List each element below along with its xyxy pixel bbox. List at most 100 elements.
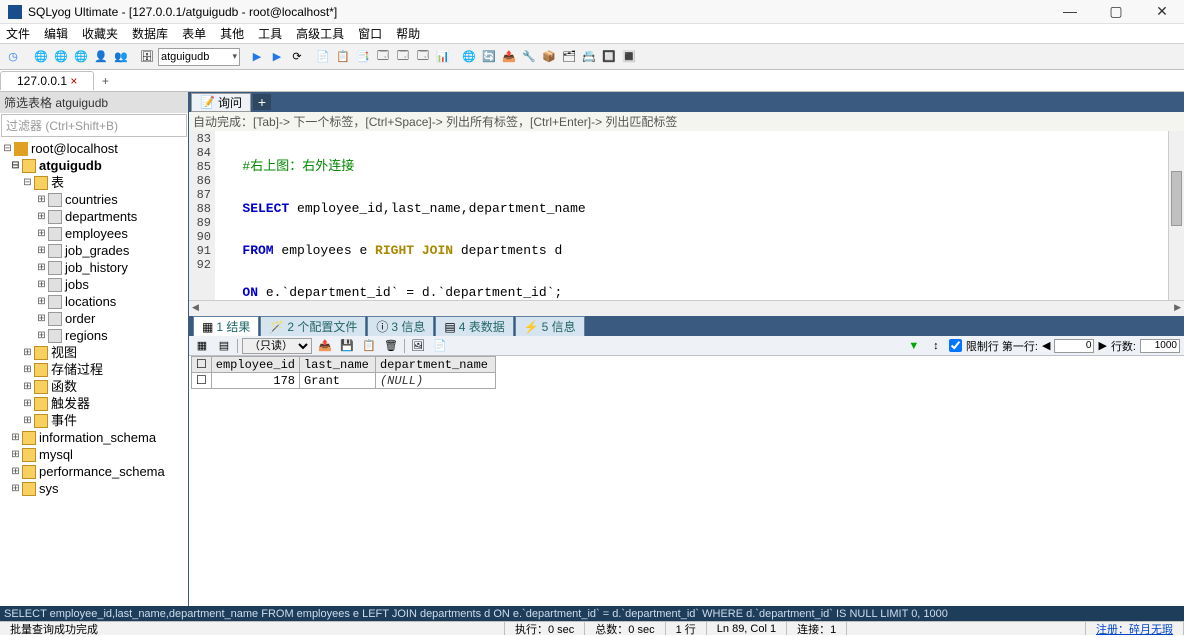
editor-vscrollbar[interactable] — [1168, 131, 1184, 300]
funcs-folder[interactable]: 函数 — [51, 378, 77, 395]
menu-advanced[interactable]: 高级工具 — [296, 25, 344, 42]
tool-icon-13[interactable]: 🗂 — [560, 48, 578, 66]
db-icon[interactable]: 🗄 — [138, 48, 156, 66]
export-icon[interactable]: 📤 — [316, 337, 334, 355]
tool-icon-3[interactable]: 📑 — [354, 48, 372, 66]
views-folder[interactable]: 视图 — [51, 344, 77, 361]
add-query-tab[interactable]: + — [253, 94, 271, 110]
minimize-button[interactable]: — — [1056, 3, 1084, 20]
table-regions[interactable]: regions — [65, 327, 108, 344]
delete-icon[interactable]: 🗑 — [382, 337, 400, 355]
menu-favorites[interactable]: 收藏夹 — [82, 25, 118, 42]
tool-icon-10[interactable]: 📤 — [500, 48, 518, 66]
db-information-schema[interactable]: information_schema — [39, 429, 156, 446]
cell-employee-id[interactable]: 178 — [211, 373, 299, 389]
result-tab-2[interactable]: 🪄2 个配置文件 — [260, 316, 366, 336]
readonly-selector[interactable]: （只读） — [242, 338, 312, 354]
menu-table[interactable]: 表单 — [182, 25, 206, 42]
result-tab-1[interactable]: ▦1 结果 — [193, 316, 259, 336]
select-all-checkbox[interactable]: ☐ — [192, 357, 212, 373]
menu-file[interactable]: 文件 — [6, 25, 30, 42]
table-job-grades[interactable]: job_grades — [65, 242, 129, 259]
limit-checkbox[interactable] — [949, 339, 962, 352]
save-icon[interactable]: 💾 — [338, 337, 356, 355]
execute-all-icon[interactable]: ▶ — [268, 48, 286, 66]
editor-hscrollbar[interactable] — [189, 300, 1184, 316]
col-employee-id[interactable]: employee_id — [211, 357, 299, 373]
tool-icon-5[interactable]: 🗔 — [394, 48, 412, 66]
stop-icon[interactable]: ⟳ — [288, 48, 306, 66]
rows-input[interactable] — [1140, 339, 1180, 353]
menu-tools[interactable]: 工具 — [258, 25, 282, 42]
tool-icon-1[interactable]: 📄 — [314, 48, 332, 66]
db-mysql[interactable]: mysql — [39, 446, 73, 463]
refresh-icon[interactable]: 🌐 — [52, 48, 70, 66]
table-employees[interactable]: employees — [65, 225, 128, 242]
database-selector[interactable]: atguigudb — [158, 48, 240, 66]
img-icon[interactable]: 🖼 — [409, 337, 427, 355]
tool-icon-6[interactable]: 🗔 — [414, 48, 432, 66]
db-sys[interactable]: sys — [39, 480, 59, 497]
menu-edit[interactable]: 编辑 — [44, 25, 68, 42]
result-tab-3[interactable]: ⓘ3 信息 — [367, 316, 434, 336]
events-folder[interactable]: 事件 — [51, 412, 77, 429]
doc-icon[interactable]: 📄 — [431, 337, 449, 355]
tool-icon-2[interactable]: 📋 — [334, 48, 352, 66]
filter-icon[interactable]: ▼ — [905, 337, 923, 355]
form-view-icon[interactable]: ▤ — [215, 337, 233, 355]
connect-icon[interactable]: 🌐 — [32, 48, 50, 66]
tool-icon-4[interactable]: 🗔 — [374, 48, 392, 66]
sql-editor[interactable]: 83848586878889909192 #右上图：右外连接 SELECT em… — [189, 131, 1184, 300]
users-icon[interactable]: 👥 — [112, 48, 130, 66]
result-grid[interactable]: ☐ employee_id last_name department_name … — [189, 356, 1184, 389]
tables-folder[interactable]: 表 — [51, 174, 64, 191]
procs-folder[interactable]: 存储过程 — [51, 361, 103, 378]
cell-last-name[interactable]: Grant — [299, 373, 375, 389]
server-node[interactable]: root@localhost — [31, 140, 118, 157]
add-connection-tab[interactable]: + — [96, 74, 114, 88]
triggers-folder[interactable]: 触发器 — [51, 395, 90, 412]
result-tab-5[interactable]: ⚡5 信息 — [515, 316, 585, 336]
col-last-name[interactable]: last_name — [299, 357, 375, 373]
table-jobs[interactable]: jobs — [65, 276, 89, 293]
table-order[interactable]: order — [65, 310, 95, 327]
tool-icon-8[interactable]: 🌐 — [460, 48, 478, 66]
table-countries[interactable]: countries — [65, 191, 118, 208]
prev-page-icon[interactable]: ◀ — [1042, 339, 1050, 352]
tool-icon-14[interactable]: 📇 — [580, 48, 598, 66]
menu-window[interactable]: 窗口 — [358, 25, 382, 42]
tool-icon-7[interactable]: 📊 — [434, 48, 452, 66]
tool-icon-11[interactable]: 🔧 — [520, 48, 538, 66]
db-performance-schema[interactable]: performance_schema — [39, 463, 165, 480]
filter-input[interactable]: 过滤器 (Ctrl+Shift+B) — [1, 114, 187, 137]
col-department-name[interactable]: department_name — [375, 357, 495, 373]
new-connection-icon[interactable]: ◷ — [4, 48, 22, 66]
menu-other[interactable]: 其他 — [220, 25, 244, 42]
object-browser[interactable]: ⊟root@localhost ⊟atguigudb ⊟表 ⊞countries… — [0, 138, 188, 606]
table-departments[interactable]: departments — [65, 208, 137, 225]
status-registration[interactable]: 注册：碎月无瑕 — [1086, 622, 1184, 635]
db-node-atguigudb[interactable]: atguigudb — [39, 157, 102, 174]
maximize-button[interactable]: ▢ — [1102, 3, 1130, 20]
tab-close-icon[interactable]: × — [70, 74, 77, 88]
table-locations[interactable]: locations — [65, 293, 116, 310]
execute-icon[interactable]: ▶ — [248, 48, 266, 66]
tool-icon-15[interactable]: 🔲 — [600, 48, 618, 66]
query-tab[interactable]: 📝询问 — [191, 93, 251, 112]
cell-department-name[interactable]: (NULL) — [375, 373, 495, 389]
menu-database[interactable]: 数据库 — [132, 25, 168, 42]
connection-tab[interactable]: 127.0.0.1 × — [0, 71, 94, 90]
grid-view-icon[interactable]: ▦ — [193, 337, 211, 355]
table-job-history[interactable]: job_history — [65, 259, 128, 276]
menu-help[interactable]: 帮助 — [396, 25, 420, 42]
user-icon[interactable]: 👤 — [92, 48, 110, 66]
tool-icon-16[interactable]: 🔳 — [620, 48, 638, 66]
table-row[interactable]: ☐ 178 Grant (NULL) — [192, 373, 496, 389]
next-page-icon[interactable]: ▶ — [1098, 339, 1106, 352]
sort-icon[interactable]: ↕ — [927, 337, 945, 355]
tool-icon-9[interactable]: 🔄 — [480, 48, 498, 66]
tool-icon-12[interactable]: 📦 — [540, 48, 558, 66]
copy-icon[interactable]: 📋 — [360, 337, 378, 355]
close-button[interactable]: ✕ — [1148, 3, 1176, 20]
result-tab-4[interactable]: ▤4 表数据 — [435, 316, 513, 336]
